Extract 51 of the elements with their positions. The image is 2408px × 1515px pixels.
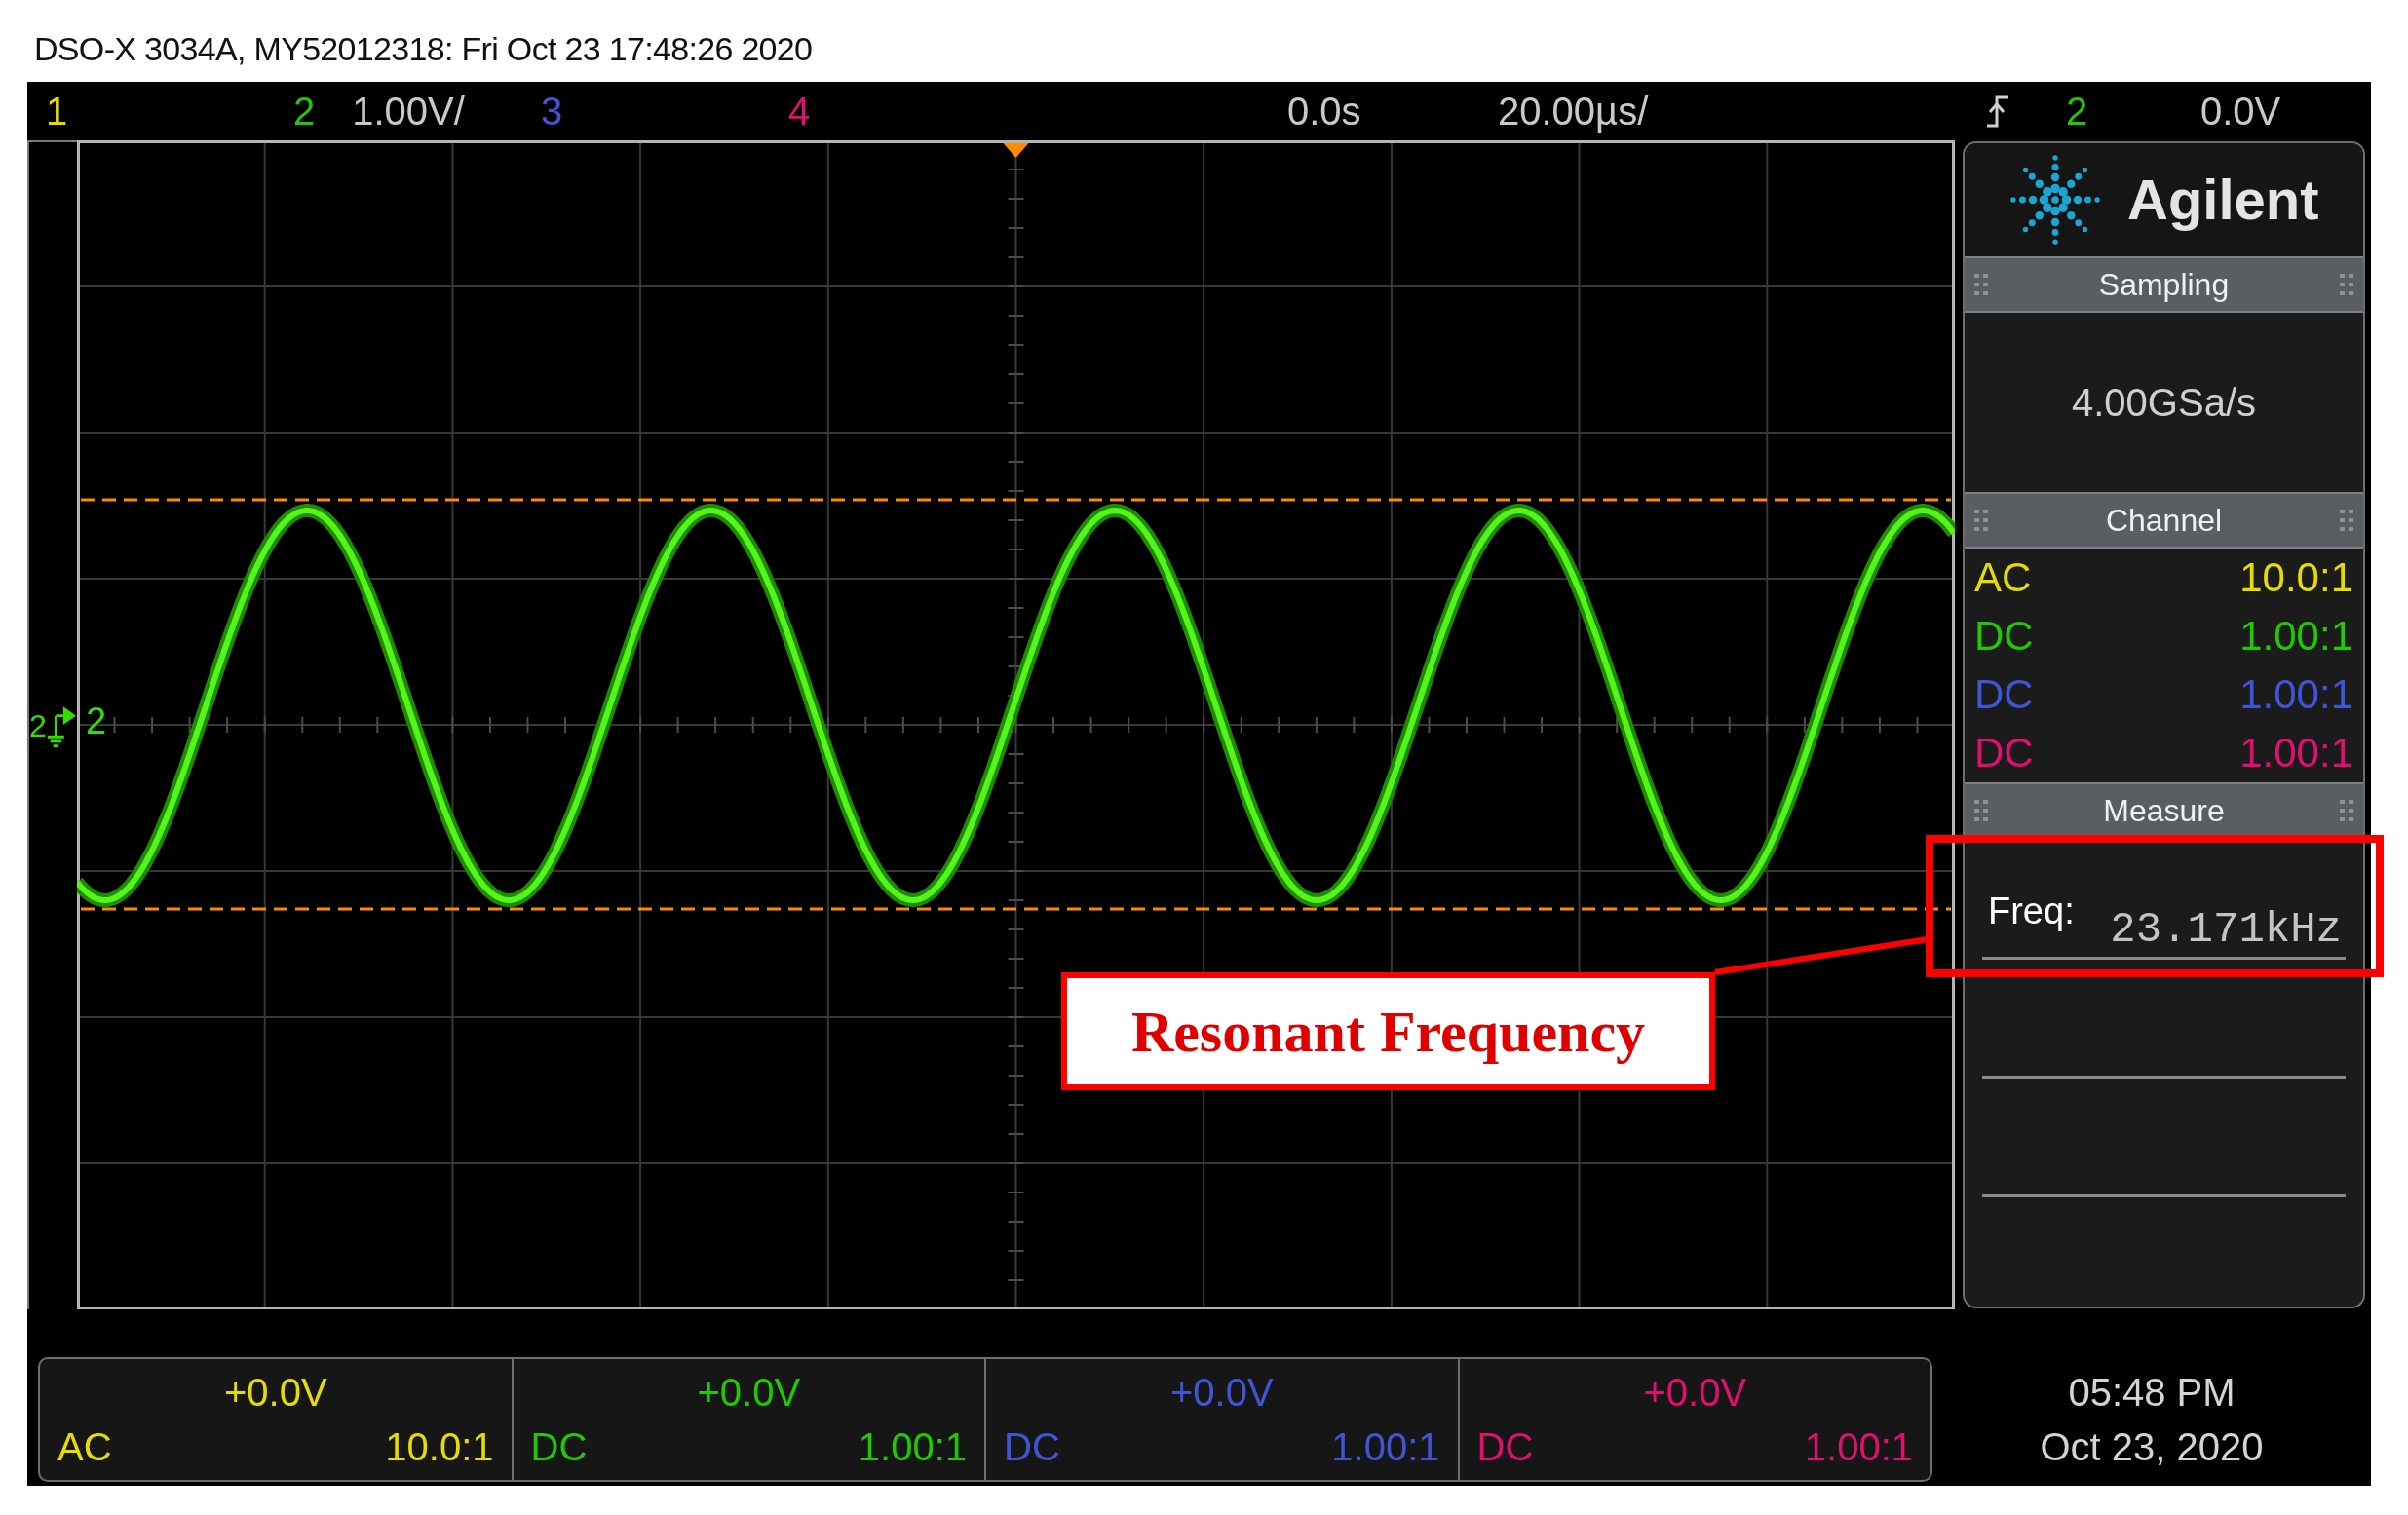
grip-icon [1974,274,1988,295]
coupling-mode: AC [1974,557,2032,598]
trigger-position-icon [1003,143,1029,158]
probe-ratio: 1.00:1 [2239,733,2353,774]
volts-per-division: 1.00V/ [352,92,465,131]
coupling-mode: AC [57,1427,112,1466]
section-title: Channel [2104,505,2224,536]
channel-number: 3 [541,92,563,131]
annotation-callout: Resonant Frequency [1061,972,1715,1090]
probe-ratio: 10.0:1 [385,1427,494,1466]
coupling-mode: DC [1974,733,2034,774]
coupling-mode: DC [1004,1427,1060,1466]
channel-offset: +0.0V [1169,1373,1274,1412]
trigger-source: 2 [2066,92,2088,131]
trace-label: 2 [86,702,107,739]
coupling-mode: DC [1476,1427,1534,1466]
coupling-mode: DC [530,1427,588,1466]
probe-ratio: 1.00:1 [858,1427,967,1466]
probe-ratio: 10.0:1 [2239,557,2353,598]
grip-icon [2340,800,2353,821]
screen-title: DSO-X 3034A, MY52012318: Fri Oct 23 17:48:26 2020 [34,29,813,69]
clock-date: Oct 23, 2020 [2040,1424,2264,1470]
channel-number: 1 [46,92,68,131]
clock-time: 05:48 PM [2068,1370,2236,1416]
channel-number: 4 [788,92,811,131]
grip-icon [2340,510,2353,531]
measurement-label: Freq: [1988,892,2075,929]
rising-edge-trigger-icon [1986,95,2009,128]
probe-ratio: 1.00:1 [2239,616,2353,657]
sample-rate: 4.00GSa/s [2072,383,2256,422]
trigger-level: 0.0V [2200,92,2281,131]
coupling-mode: DC [1974,616,2034,657]
probe-ratio: 1.00:1 [1331,1427,1440,1466]
time-offset: 0.0s [1287,92,1361,131]
section-title: Measure [2102,795,2226,826]
channel-number: 2 [293,92,316,131]
time-per-division: 20.00µs/ [1498,92,1649,131]
channel-offset: +0.0V [1643,1373,1747,1412]
ground-marker-icon [46,704,76,747]
starburst-logo-icon [2010,155,2100,245]
section-title: Sampling [2097,269,2231,300]
grip-icon [1974,510,1988,531]
measurement-value: 23.171kHz [2110,908,2342,951]
grip-icon [2340,274,2353,295]
channel-offset: +0.0V [223,1373,327,1412]
probe-ratio: 1.00:1 [2239,674,2353,715]
probe-ratio: 1.00:1 [1804,1427,1913,1466]
coupling-mode: DC [1974,674,2034,715]
ground-marker-label: 2 [29,710,47,741]
channel-offset: +0.0V [697,1373,801,1412]
grip-icon [1974,800,1988,821]
